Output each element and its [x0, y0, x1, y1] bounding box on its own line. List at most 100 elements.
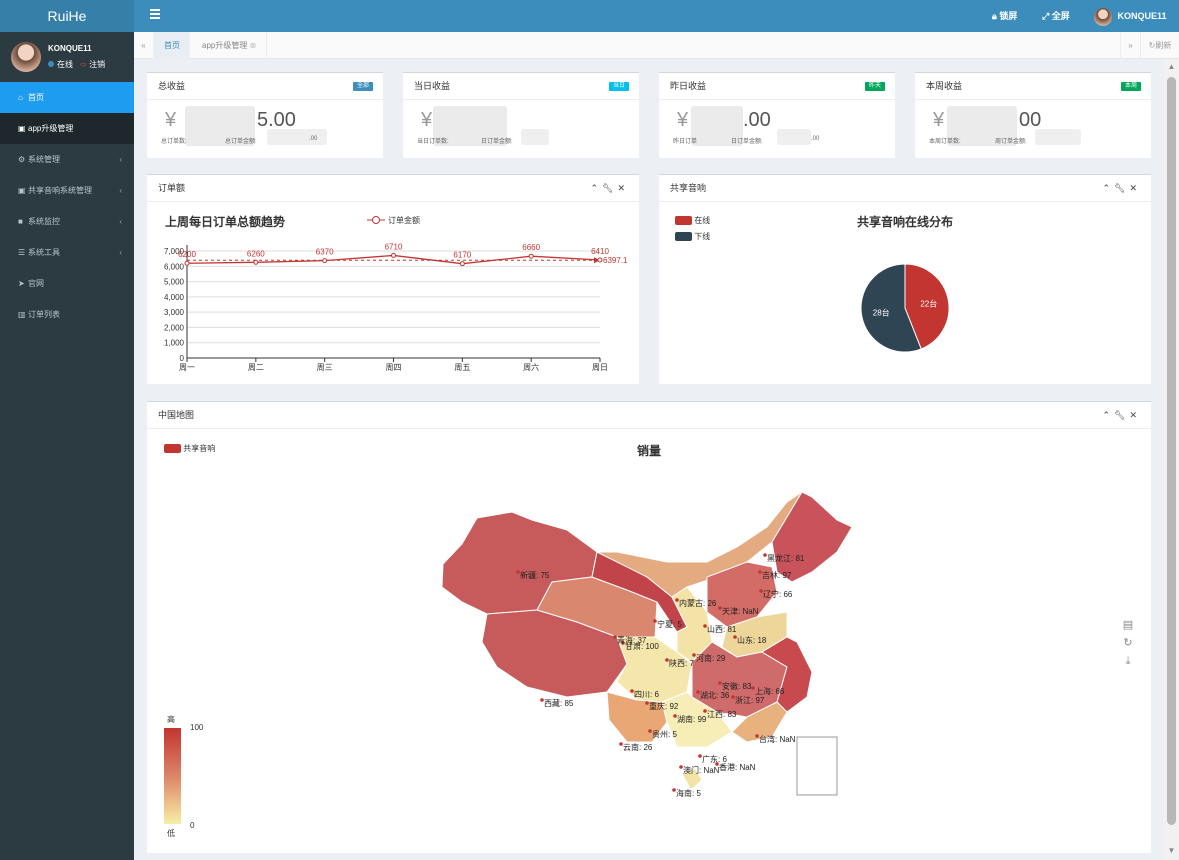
- blurred-value: [267, 129, 327, 145]
- wrench-icon[interactable]: 🔧︎: [602, 183, 617, 193]
- data-point[interactable]: [597, 257, 603, 263]
- chevron-left-icon: ‹: [119, 186, 122, 195]
- wrench-icon[interactable]: 🔧︎: [1114, 183, 1129, 193]
- top-navbar: RuiHe 🔒︎ 锁屏 ⤢ 全屏 KONQUE11: [0, 0, 1179, 32]
- data-point[interactable]: [184, 260, 190, 266]
- y-tick-label: 6,000: [164, 262, 185, 271]
- close-icon[interactable]: ⊗: [250, 41, 257, 50]
- sidebar-item-speaker-management[interactable]: ▣ 共享音响系统管理 ‹: [0, 175, 134, 206]
- y-tick-label: 5,000: [164, 278, 185, 287]
- data-label: 6660: [522, 243, 540, 252]
- map-toolbox: ▤ ↻ ⤓: [1122, 616, 1134, 670]
- stat-title: 当日收益: [414, 81, 451, 91]
- sidebar-item-system-monitor[interactable]: ■ 系统监控 ‹: [0, 206, 134, 237]
- sign-out-icon: ⇨: [80, 60, 87, 69]
- id-card-icon: ▣: [18, 124, 26, 133]
- data-label: 6260: [247, 249, 265, 258]
- y-tick-label: 3,000: [164, 308, 185, 317]
- user-menu[interactable]: KONQUE11: [1094, 0, 1167, 32]
- y-tick-label: 1,000: [164, 339, 185, 348]
- blurred-value: [777, 129, 811, 145]
- data-point[interactable]: [391, 252, 396, 258]
- page-scrollbar[interactable]: ▲ ▼: [1164, 59, 1179, 860]
- collapse-icon[interactable]: ⌃: [590, 183, 602, 193]
- scrollbar-thumb[interactable]: [1167, 77, 1176, 825]
- region-label: 贵州: 5: [652, 729, 677, 739]
- box-title: 订单额: [158, 183, 186, 193]
- data-point[interactable]: [322, 258, 328, 264]
- region-label: 山东: 18: [737, 635, 767, 645]
- data-point[interactable]: [459, 261, 465, 267]
- sidebar-item-system-management[interactable]: ⚙ 系统管理 ‹: [0, 144, 134, 175]
- average-line-label: 6397.1: [603, 256, 628, 265]
- china-map[interactable]: 新疆: 75西藏: 85内蒙古: 26黑龙江: 81吉林: 97辽宁: 66甘肃…: [147, 402, 1151, 854]
- tab-scroll-right-button[interactable]: »: [1120, 32, 1140, 59]
- south-china-sea-inset: [796, 736, 838, 796]
- region-label: 海南: 5: [676, 788, 701, 798]
- video-camera-icon: ■: [18, 217, 23, 226]
- data-view-icon[interactable]: ▤: [1122, 616, 1134, 634]
- region-label: 浙江: 97: [735, 695, 765, 705]
- scroll-up-icon[interactable]: ▲: [1164, 61, 1179, 73]
- chart-legend[interactable]: 订单金额: [367, 215, 420, 225]
- x-tick-label: 周三: [317, 363, 333, 372]
- close-icon[interactable]: ✕: [1129, 183, 1141, 193]
- region-label: 天津: NaN: [722, 606, 759, 616]
- data-label: 6410: [591, 247, 609, 256]
- sidebar-toggle-icon[interactable]: [150, 9, 160, 23]
- scroll-down-icon[interactable]: ▼: [1164, 845, 1179, 857]
- x-tick-label: 周四: [386, 363, 402, 372]
- sidebar-item-order-list[interactable]: ▥ 订单列表: [0, 299, 134, 330]
- stat-badge: 全部: [352, 82, 373, 91]
- y-tick-label: 4,000: [164, 293, 185, 302]
- x-tick-label: 周六: [523, 362, 539, 372]
- double-chevron-left-icon: «: [141, 41, 146, 50]
- data-point[interactable]: [528, 253, 534, 259]
- sidebar-item-home[interactable]: ⌂ 首页: [0, 82, 134, 113]
- y-tick-label: 0: [180, 354, 185, 363]
- visualmap-max: 100: [190, 723, 204, 732]
- lock-icon: 🔒︎: [992, 11, 997, 21]
- online-dot-icon: [48, 61, 54, 67]
- visualmap-bar[interactable]: [164, 728, 181, 824]
- save-image-icon[interactable]: ⤓: [1122, 652, 1134, 670]
- stat-box-total: 总收益 全部 ¥ 5.00 总订单数: 总订单金额: .00: [147, 72, 383, 158]
- region-label: 青海: 37: [617, 635, 647, 645]
- avatar: [11, 42, 41, 72]
- x-tick-label: 周五: [454, 363, 470, 372]
- x-axis: 周一 周二 周三 周四 周五 周六 周日: [179, 358, 608, 372]
- box-title: 共享音响: [670, 183, 707, 193]
- collapse-icon[interactable]: ⌃: [1102, 183, 1114, 193]
- sidebar-item-system-tools[interactable]: ☰ 系统工具 ‹: [0, 237, 134, 268]
- legend-label: 订单金额: [388, 215, 420, 225]
- app-logo[interactable]: RuiHe: [0, 0, 134, 32]
- sidebar-item-website[interactable]: ➤ 官网: [0, 268, 134, 299]
- tab-scroll-left-button[interactable]: «: [134, 32, 154, 59]
- region-label: 新疆: 75: [520, 570, 550, 580]
- user-status: 在线 ⇨ 注销: [48, 59, 105, 70]
- x-tick-label: 周二: [248, 363, 264, 372]
- line-chart: 上周每日订单总额趋势 订单金额 0 1,000 2,000 3,000 4,000 5,0…: [164, 214, 628, 372]
- restore-icon[interactable]: ↻: [1122, 634, 1134, 652]
- close-icon[interactable]: ✕: [617, 183, 629, 193]
- lock-screen-button[interactable]: 🔒︎ 锁屏: [992, 0, 1017, 32]
- visualmap-high-label: 高: [167, 714, 175, 724]
- slice-label: 28台: [873, 308, 890, 318]
- line-series: 6397.1 6200 6260 6370 6710 6170 6660 6410: [178, 242, 628, 267]
- main-content: 总收益 全部 ¥ 5.00 总订单数: 总订单金额: .00 当日收益 当日 ¥ 当…: [134, 59, 1164, 860]
- tab-app-upgrade[interactable]: app升级管理 ⊗: [192, 32, 268, 59]
- bar-chart-icon: ▥: [18, 310, 26, 319]
- sidebar-item-app-upgrade[interactable]: ▣ app升级管理: [0, 113, 134, 144]
- slice-label: 22台: [920, 298, 937, 308]
- fullscreen-button[interactable]: ⤢ 全屏: [1042, 0, 1070, 32]
- paper-plane-icon: ➤: [18, 279, 25, 288]
- data-point[interactable]: [253, 259, 259, 265]
- list-icon: ☰: [18, 248, 26, 257]
- x-tick-label: 周日: [592, 363, 608, 372]
- tab-home[interactable]: 首页: [154, 32, 190, 59]
- region-label: 上海: 66: [755, 686, 785, 696]
- refresh-button[interactable]: ↻刷新: [1140, 32, 1179, 59]
- home-icon: ⌂: [18, 93, 23, 102]
- logout-link[interactable]: ⇨ 注销: [80, 60, 105, 69]
- y-tick-label: 2,000: [164, 323, 185, 332]
